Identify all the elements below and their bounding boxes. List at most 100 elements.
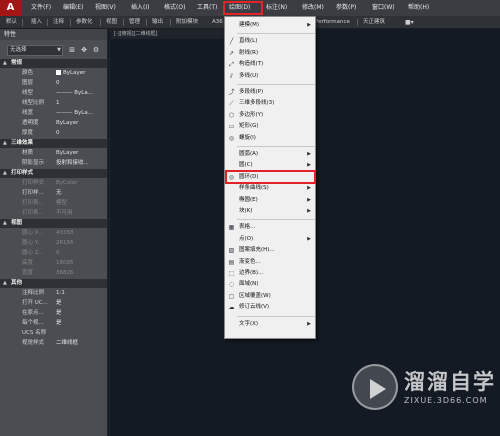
tab-tangent[interactable]: 天正建筑 [363, 16, 385, 29]
toggle-pickadd-icon[interactable]: ⊞ [67, 45, 77, 56]
menu-item[interactable]: 文字(X) ▶ [225, 319, 316, 330]
menu-edit[interactable]: 编辑(E) [63, 0, 83, 16]
menu-modify[interactable]: 修改(M) [302, 0, 324, 16]
menu-view[interactable]: 视图(V) [95, 0, 116, 16]
property-value-text: 0 [56, 80, 60, 86]
menu-insert[interactable]: 插入(I) [131, 0, 149, 16]
property-row[interactable]: 线型比例 1 [0, 98, 107, 108]
property-value-text: 26156 [56, 240, 74, 246]
menu-item[interactable]: ▦ 表格... [225, 222, 316, 233]
tab-output[interactable]: 输出 [152, 16, 163, 29]
menu-item-label: 建模(M) [239, 22, 260, 28]
ribbon-divider [47, 19, 48, 26]
property-row[interactable]: 圆心 X... 43358 [0, 228, 107, 238]
menu-item[interactable]: ◎ 螺旋(I) [225, 133, 316, 144]
property-row[interactable]: 材质 ByLayer [0, 148, 107, 158]
tab-parametric[interactable]: 参数化 [76, 16, 93, 29]
property-row[interactable]: 阴影显示 投射和接收... [0, 158, 107, 168]
submenu-arrow-icon: ▶ [307, 22, 311, 28]
menu-item[interactable]: 建模(M) ▶ [225, 20, 316, 31]
menu-format[interactable]: 格式(O) [164, 0, 185, 16]
menu-item[interactable]: ⫽ 多线(U) [225, 71, 316, 82]
ribbon-divider [22, 19, 23, 26]
section-header[interactable]: ▲ 其他 [0, 279, 107, 288]
property-row[interactable]: 打开 UC... 是 [0, 298, 107, 308]
property-row[interactable]: 圆心 Y... 26156 [0, 238, 107, 248]
menu-item[interactable]: 椭圆(E) ▶ [225, 195, 316, 206]
property-row[interactable]: 线型 ——— ByLa... [0, 88, 107, 98]
menu-item[interactable]: ⬚ 边界(B)... [225, 268, 316, 279]
menu-item[interactable]: 点(O) ▶ [225, 234, 316, 245]
autocad-logo[interactable]: A [0, 0, 21, 16]
menu-item[interactable]: ▢ 区域覆盖(W) [225, 291, 316, 302]
property-row[interactable]: 宽度 36826 [0, 268, 107, 278]
property-row[interactable]: 打印样... 无 [0, 188, 107, 198]
property-value-text: 1:1 [56, 290, 65, 296]
menu-item[interactable]: 样条曲线(S) ▶ [225, 183, 316, 194]
property-row[interactable]: 注释比例 1:1 [0, 288, 107, 298]
property-value-text: ——— ByLa... [56, 110, 93, 116]
menu-item[interactable]: ▨ 图案填充(H)... [225, 245, 316, 256]
property-row[interactable]: 打印表... 模型 [0, 198, 107, 208]
property-row[interactable]: 每个视... 是 [0, 318, 107, 328]
property-row[interactable]: 线宽 ——— ByLa... [0, 108, 107, 118]
menu-item[interactable]: ◌ 面域(N) [225, 279, 316, 290]
property-row[interactable]: 颜色 ByLayer [0, 68, 107, 78]
tab-annotate[interactable]: 注释 [53, 16, 64, 29]
menu-item-label: 区域覆盖(W) [239, 292, 271, 299]
selection-dropdown[interactable]: 无选择 ▼ [7, 45, 63, 56]
property-row[interactable]: 打印样式 ByColor [0, 178, 107, 188]
property-label: 打开 UC... [22, 300, 48, 306]
tab-default[interactable]: 默认 [6, 16, 17, 29]
menu-dimension[interactable]: 标注(N) [266, 0, 287, 16]
menu-item[interactable]: ╱ 直线(L) [225, 36, 316, 47]
menu-item[interactable]: ↗ 射线(R) [225, 48, 316, 59]
section-header[interactable]: ▲ 三维效果 [0, 139, 107, 148]
xline-icon: ⤢ [229, 61, 234, 69]
watermark-brand: 溜溜自学 [404, 370, 496, 394]
tab-addons[interactable]: 附加模块 [176, 16, 198, 29]
menu-window[interactable]: 窗口(W) [372, 0, 395, 16]
tab-manage[interactable]: 管理 [129, 16, 140, 29]
quick-select-icon[interactable]: ⚙ [91, 45, 101, 56]
menu-tools[interactable]: 工具(T) [197, 0, 217, 16]
menu-item[interactable]: ☁ 修订云线(V) [225, 302, 316, 313]
section-header[interactable]: ▲ 打印样式 [0, 169, 107, 178]
property-value-text: 模型 [56, 200, 68, 206]
property-row[interactable]: 高度 18095 [0, 258, 107, 268]
menu-item[interactable]: ⬡ 多边形(Y) [225, 110, 316, 121]
menu-item-label: 多段线(P) [239, 89, 264, 95]
property-label: UCS 名称 [22, 330, 47, 336]
ribbon-options-icon[interactable]: ■▾ [405, 16, 414, 29]
property-row[interactable]: 圆心 Z... 0 [0, 248, 107, 258]
viewport-label[interactable]: [-][俯视][二维线框] [110, 29, 225, 39]
property-row[interactable]: 透明度 ByLayer [0, 118, 107, 128]
tab-performance[interactable]: Performance [315, 16, 350, 29]
menu-item-label: 边界(B)... [239, 270, 264, 276]
property-row[interactable]: 在原点... 是 [0, 308, 107, 318]
property-row[interactable]: 厚度 0 [0, 128, 107, 138]
menu-item[interactable]: ⤴ 多段线(P) [225, 87, 316, 98]
tab-insert[interactable]: 插入 [31, 16, 42, 29]
select-objects-icon[interactable]: ✥ [79, 45, 89, 56]
ribbon-divider [357, 19, 358, 26]
menu-item[interactable]: ⤢ 构造线(T) [225, 59, 316, 70]
property-row[interactable]: 图层 0 [0, 78, 107, 88]
menu-file[interactable]: 文件(F) [31, 0, 51, 16]
menu-item[interactable]: ▭ 矩形(G) [225, 121, 316, 132]
property-row[interactable]: 打印表... 不可用 [0, 208, 107, 218]
menu-help[interactable]: 帮助(H) [408, 0, 429, 16]
menu-item[interactable]: 圆弧(A) ▶ [225, 149, 316, 160]
section-header[interactable]: ▲ 视图 [0, 219, 107, 228]
property-row[interactable]: 视觉样式 二维线框 [0, 338, 107, 348]
menu-parametric[interactable]: 参数(P) [336, 0, 356, 16]
tab-a36[interactable]: A36 [212, 16, 223, 29]
property-row[interactable]: UCS 名称 [0, 328, 107, 338]
tab-view[interactable]: 视图 [106, 16, 117, 29]
menu-item[interactable]: 块(K) ▶ [225, 206, 316, 217]
menu-item[interactable]: ⟋ 三维多段线(3) [225, 98, 316, 109]
property-label: 圆心 Z... [22, 250, 44, 256]
section-header[interactable]: ▲ 常规 [0, 59, 107, 68]
property-value-text: 0 [56, 130, 60, 136]
menu-item[interactable]: ▤ 渐变色... [225, 257, 316, 268]
